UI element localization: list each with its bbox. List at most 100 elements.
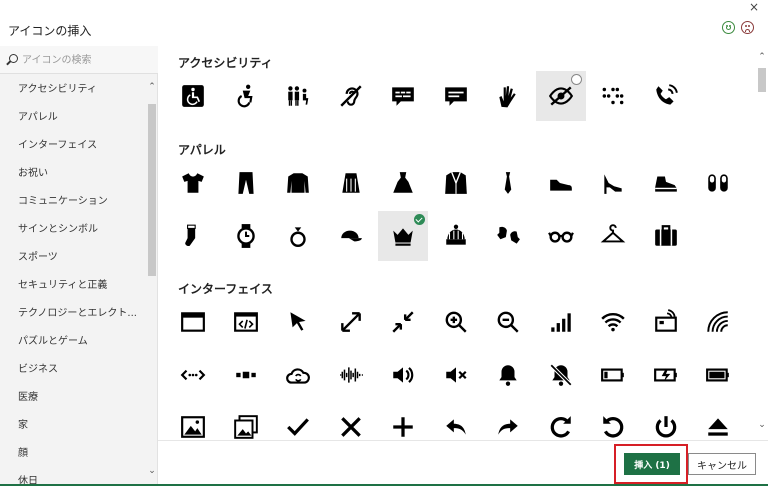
sweater-icon[interactable] <box>273 158 323 208</box>
battery-low-icon[interactable] <box>588 350 638 400</box>
tshirt-icon[interactable] <box>168 158 218 208</box>
sidebar-category-item[interactable]: アクセシビリティ <box>0 76 146 104</box>
volume-control-phone-icon[interactable] <box>641 71 691 121</box>
cap-icon[interactable] <box>326 211 376 261</box>
power-icon[interactable] <box>641 402 691 440</box>
insert-button[interactable]: 挿入 (1) <box>624 453 680 475</box>
signal-arc-icon[interactable] <box>693 297 743 347</box>
photo-gallery-icon[interactable] <box>221 402 271 440</box>
scroll-up-icon[interactable]: ⌃ <box>146 82 158 96</box>
ring-icon[interactable] <box>273 211 323 261</box>
select-circle-icon[interactable] <box>570 74 582 85</box>
cloud-sync-icon[interactable] <box>273 350 323 400</box>
battery-charging-icon[interactable] <box>641 350 691 400</box>
wifi-icon[interactable] <box>588 297 638 347</box>
speaker-icon[interactable] <box>378 350 428 400</box>
glasses-icon[interactable] <box>536 211 586 261</box>
pants-icon[interactable] <box>221 158 271 208</box>
expand-icon[interactable] <box>326 297 376 347</box>
scroll-down-icon[interactable]: ⌄ <box>146 466 158 480</box>
hearing-impaired-icon[interactable] <box>326 71 376 121</box>
beanie-icon[interactable] <box>431 211 481 261</box>
scroll-up-icon[interactable]: ⌃ <box>756 52 768 66</box>
sidebar-category-item[interactable]: サインとシンボル <box>0 216 146 244</box>
watch-icon[interactable] <box>221 211 271 261</box>
connector-icon[interactable] <box>221 350 271 400</box>
scroll-down-icon[interactable]: ⌄ <box>756 420 768 434</box>
rotate-left-icon[interactable] <box>588 402 638 440</box>
sidebar-category-item[interactable]: お祝い <box>0 160 146 188</box>
section-title-accessibility: アクセシビリティ <box>178 56 273 70</box>
low-vision-icon[interactable] <box>535 71 586 121</box>
zoom-out-icon[interactable] <box>483 297 533 347</box>
sign-language-icon[interactable] <box>483 71 533 121</box>
collapse-icon[interactable] <box>378 297 428 347</box>
soundwave-icon[interactable] <box>326 350 376 400</box>
signal-bars-icon[interactable] <box>536 297 586 347</box>
cursor-icon[interactable] <box>273 297 323 347</box>
sidebar-category-item[interactable]: 医療 <box>0 384 146 412</box>
icon-grid: アクセシビリティ アパレル インターフェイス <box>158 46 768 440</box>
forward-icon[interactable] <box>483 402 533 440</box>
plus-icon[interactable] <box>378 402 428 440</box>
sneaker-icon[interactable] <box>641 158 691 208</box>
zoom-in-icon[interactable] <box>431 297 481 347</box>
cancel-button[interactable]: キャンセル <box>688 453 756 475</box>
wheelchair-active-icon[interactable] <box>221 71 271 121</box>
mute-icon[interactable] <box>431 350 481 400</box>
eject-icon[interactable] <box>693 402 743 440</box>
bell-off-icon[interactable] <box>536 350 586 400</box>
rotate-right-icon[interactable] <box>536 402 586 440</box>
sidebar-category-item[interactable]: インターフェイス <box>0 132 146 160</box>
browser-window-icon[interactable] <box>168 297 218 347</box>
mittens-icon[interactable] <box>483 211 533 261</box>
family-icon[interactable] <box>273 71 323 121</box>
scroll-thumb[interactable] <box>758 68 766 92</box>
sidebar-scrollbar[interactable]: ⌃ ⌄ <box>146 76 158 486</box>
close-icon[interactable] <box>326 402 376 440</box>
sidebar-category-item[interactable]: テクノロジーとエレクト... <box>0 300 146 328</box>
scroll-thumb[interactable] <box>148 104 156 276</box>
skirt-icon[interactable] <box>326 158 376 208</box>
sidebar-category-item[interactable]: スポーツ <box>0 244 146 272</box>
dots-arrows-icon[interactable] <box>168 350 218 400</box>
smile-feedback-icon[interactable] <box>722 21 735 34</box>
sidebar-category-item[interactable]: セキュリティと正義 <box>0 272 146 300</box>
sidebar-category-item[interactable]: コミュニケーション <box>0 188 146 216</box>
suit-jacket-icon[interactable] <box>431 158 481 208</box>
sock-icon[interactable] <box>168 211 218 261</box>
reply-icon[interactable] <box>431 402 481 440</box>
sidebar-category-item[interactable]: 家 <box>0 412 146 440</box>
frown-feedback-icon[interactable] <box>741 21 754 34</box>
closed-caption-icon[interactable] <box>378 71 428 121</box>
crown-icon[interactable] <box>378 211 428 261</box>
dress-icon[interactable] <box>378 158 428 208</box>
high-heel-icon[interactable] <box>588 158 638 208</box>
battery-full-icon[interactable] <box>693 350 743 400</box>
slippers-icon[interactable] <box>693 158 743 208</box>
title-bar: アイコンの挿入 × <box>0 0 768 46</box>
hanger-icon[interactable] <box>588 211 638 261</box>
checkmark-icon[interactable] <box>273 402 323 440</box>
contactless-card-icon[interactable] <box>641 297 691 347</box>
suitcase-icon[interactable] <box>641 211 691 261</box>
dialog-footer: 挿入 (1) キャンセル <box>158 440 768 486</box>
pictures-icon[interactable] <box>168 402 218 440</box>
shoe-icon[interactable] <box>536 158 586 208</box>
bell-icon[interactable] <box>483 350 533 400</box>
category-list: アクセシビリティ アパレル インターフェイス お祝い コミュニケーション サインとシンボル… <box>0 76 146 486</box>
search-input[interactable] <box>22 51 147 69</box>
braille-icon[interactable] <box>588 71 638 121</box>
main-scrollbar[interactable]: ⌃ ⌄ <box>756 46 768 440</box>
audio-description-icon[interactable] <box>431 71 481 121</box>
search-box <box>0 46 158 74</box>
wheelchair-sign-icon[interactable] <box>168 71 218 121</box>
close-icon[interactable]: × <box>749 0 759 14</box>
code-window-icon[interactable] <box>221 297 271 347</box>
sidebar-category-item[interactable]: パズルとゲーム <box>0 328 146 356</box>
sidebar-category-item[interactable]: ビジネス <box>0 356 146 384</box>
sidebar-category-item[interactable]: アパレル <box>0 104 146 132</box>
sidebar-category-item[interactable]: 顔 <box>0 440 146 468</box>
tie-icon[interactable] <box>483 158 533 208</box>
section-title-apparel: アパレル <box>178 143 226 157</box>
